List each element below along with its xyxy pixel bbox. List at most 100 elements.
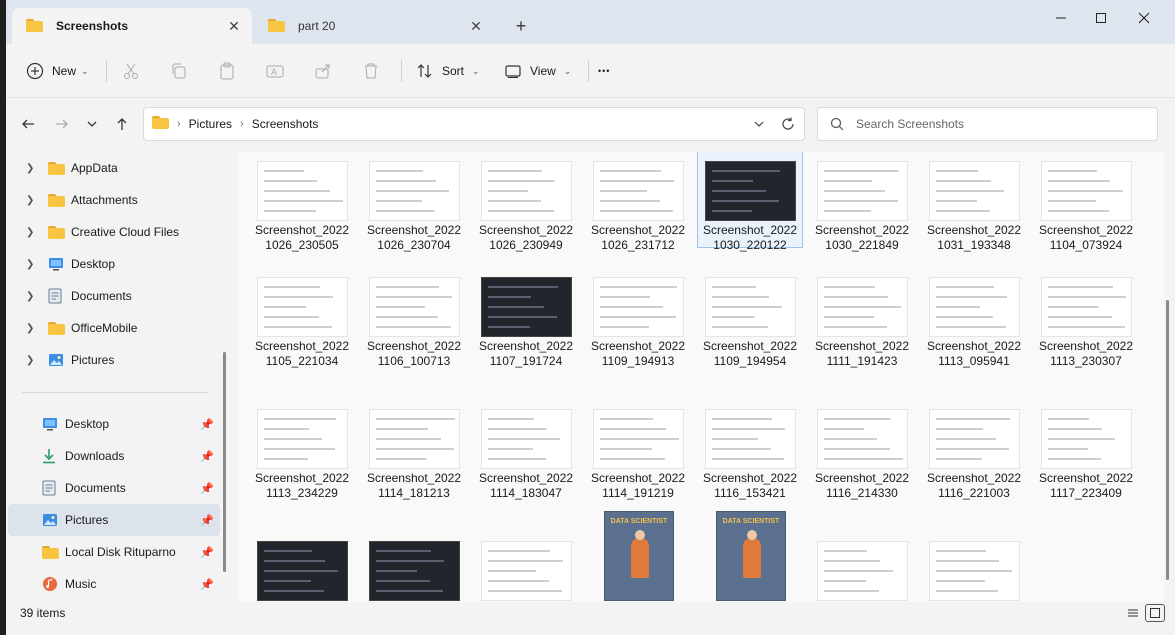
- sidebar-item-pictures[interactable]: ❯ Pictures: [6, 344, 218, 376]
- file-tile[interactable]: Screenshot_2022 1031_193348: [921, 152, 1027, 252]
- refresh-button[interactable]: [776, 113, 800, 135]
- file-tile[interactable]: Screenshot_2022 1120_194700: [361, 504, 467, 602]
- file-tile[interactable]: Screenshot_2022 1114_191219: [585, 372, 691, 500]
- up-button[interactable]: [108, 112, 136, 136]
- file-tile[interactable]: Screenshot_2022 1030_220122: [697, 152, 803, 252]
- pin-icon[interactable]: 📌: [200, 578, 214, 591]
- file-tile[interactable]: Screenshot_2022 1116_221003: [921, 372, 1027, 500]
- sidebar-item-documents[interactable]: ❯ Documents: [6, 280, 218, 312]
- chevron-right-icon[interactable]: ❯: [26, 259, 40, 270]
- sidebar-item-desktop[interactable]: ❯ Desktop: [6, 248, 218, 280]
- chevron-right-icon[interactable]: ❯: [26, 163, 40, 174]
- sidebar-scrollbar[interactable]: [223, 352, 226, 572]
- pin-icon[interactable]: 📌: [200, 418, 214, 431]
- quick-access-local-disk-rituparno[interactable]: Local Disk Rituparno 📌: [8, 536, 220, 568]
- file-tile[interactable]: DATA SCIENTISTScreenshot_2022 1126_22033…: [697, 504, 803, 602]
- maximize-button[interactable]: [1078, 0, 1124, 36]
- pin-icon[interactable]: 📌: [200, 482, 214, 495]
- file-tile[interactable]: Screenshot_2022 1026_231712: [585, 152, 691, 252]
- content-scrollbar[interactable]: [1166, 300, 1169, 580]
- close-tab-icon[interactable]: ✕: [466, 18, 486, 35]
- back-button[interactable]: [14, 112, 42, 136]
- copy-button[interactable]: [170, 57, 188, 85]
- forward-button[interactable]: [48, 112, 76, 136]
- file-tile[interactable]: Screenshot_2022 1030_221849: [809, 152, 915, 252]
- thumbnail-line: [712, 296, 769, 298]
- pin-icon[interactable]: 📌: [200, 546, 214, 559]
- trash-icon: [365, 63, 377, 79]
- more-options-button[interactable]: •••: [598, 57, 610, 85]
- file-tile[interactable]: Screenshot_2022 1113_230307: [1033, 240, 1139, 368]
- thumbnail-line: [936, 286, 994, 288]
- quick-access-desktop[interactable]: Desktop 📌: [8, 408, 220, 440]
- quick-access-pictures[interactable]: Pictures 📌: [8, 504, 220, 536]
- share-button[interactable]: [314, 57, 332, 85]
- tab-screenshots[interactable]: Screenshots ✕: [12, 8, 252, 44]
- thumbnail-line: [264, 306, 306, 308]
- new-tab-button[interactable]: +: [509, 14, 533, 38]
- file-tile[interactable]: Screenshot_2022 1105_221034: [249, 240, 355, 368]
- search-box[interactable]: [817, 107, 1158, 141]
- chevron-right-icon[interactable]: ❯: [26, 195, 40, 206]
- new-button[interactable]: New ⌄: [26, 57, 89, 85]
- pin-icon[interactable]: 📌: [200, 514, 214, 527]
- tab-part-20[interactable]: part 20 ✕: [254, 8, 494, 44]
- file-tile[interactable]: Screenshot_2022 1107_191724: [473, 240, 579, 368]
- address-dropdown-button[interactable]: [747, 113, 771, 135]
- pin-icon[interactable]: 📌: [200, 450, 214, 463]
- rename-button[interactable]: A: [266, 57, 284, 85]
- delete-button[interactable]: [362, 57, 380, 85]
- file-thumbnail: [817, 161, 908, 221]
- breadcrumb-pictures[interactable]: Pictures: [189, 117, 232, 131]
- file-tile[interactable]: Screenshot_2022 1026_230505: [249, 152, 355, 252]
- file-tile[interactable]: Screenshot_2022 1120_194127: [249, 504, 355, 602]
- sidebar-item-creative-cloud-files[interactable]: ❯ Creative Cloud Files: [6, 216, 218, 248]
- sort-button[interactable]: Sort ⌄: [416, 57, 480, 85]
- view-button[interactable]: View ⌄: [504, 57, 571, 85]
- file-tile[interactable]: Screenshot_2022 1109_194913: [585, 240, 691, 368]
- file-tile[interactable]: Screenshot_2022 1111_191423: [809, 240, 915, 368]
- close-icon: [1138, 12, 1150, 24]
- file-tile[interactable]: Screenshot_2022 1201_011525: [921, 504, 1027, 602]
- file-tile[interactable]: Screenshot_2022 1026_230704: [361, 152, 467, 252]
- large-icons-view-button[interactable]: [1145, 604, 1165, 622]
- file-tile[interactable]: Screenshot_2022 1114_181213: [361, 372, 467, 500]
- file-tile[interactable]: Screenshot_2022 1117_223409: [1033, 372, 1139, 500]
- chevron-right-icon[interactable]: ❯: [26, 355, 40, 366]
- thumbnail-line: [824, 428, 864, 430]
- recent-locations-button[interactable]: [78, 112, 106, 136]
- file-tile[interactable]: Screenshot_2022 1106_100713: [361, 240, 467, 368]
- search-input[interactable]: [856, 117, 1136, 131]
- sidebar-item-attachments[interactable]: ❯ Attachments: [6, 184, 218, 216]
- sidebar-item-label: Local Disk Rituparno: [65, 545, 176, 559]
- close-tab-icon[interactable]: ✕: [224, 18, 244, 35]
- chevron-right-icon[interactable]: ❯: [26, 227, 40, 238]
- file-tile[interactable]: Screenshot_2022 1109_194954: [697, 240, 803, 368]
- chevron-right-icon[interactable]: ❯: [26, 323, 40, 334]
- sidebar-item-appdata[interactable]: ❯ AppData: [6, 152, 218, 184]
- file-tile[interactable]: Screenshot_2022 1114_183047: [473, 372, 579, 500]
- file-tile[interactable]: Screenshot_2022 1113_095941: [921, 240, 1027, 368]
- cut-button[interactable]: [122, 57, 140, 85]
- thumbnail-line: [824, 306, 901, 308]
- sidebar-item-officemobile[interactable]: ❯ OfficeMobile: [6, 312, 218, 344]
- chevron-right-icon[interactable]: ❯: [26, 291, 40, 302]
- file-tile[interactable]: Screenshot_2022 1113_234229: [249, 372, 355, 500]
- quick-access-music[interactable]: Music 📌: [8, 568, 220, 600]
- file-tile[interactable]: Screenshot_2022 1104_073924: [1033, 152, 1139, 252]
- file-tile[interactable]: Screenshot_2022 1125_162814: [473, 504, 579, 602]
- paste-button[interactable]: [218, 57, 236, 85]
- file-tile[interactable]: DATA SCIENTISTScreenshot_2022 1126_22030…: [585, 504, 691, 602]
- breadcrumb-screenshots[interactable]: Screenshots: [252, 117, 319, 131]
- file-tile[interactable]: Screenshot_2022 1026_230949: [473, 152, 579, 252]
- close-window-button[interactable]: [1121, 0, 1167, 36]
- file-tile[interactable]: Screenshot_2022 1130_193354: [809, 504, 915, 602]
- file-tile[interactable]: Screenshot_2022 1116_153421: [697, 372, 803, 500]
- thumbnail-line: [824, 580, 866, 582]
- quick-access-documents[interactable]: Documents 📌: [8, 472, 220, 504]
- thumbnail-line: [824, 180, 872, 182]
- address-bar[interactable]: › Pictures › Screenshots: [143, 107, 805, 141]
- details-view-button[interactable]: [1123, 604, 1143, 622]
- file-tile[interactable]: Screenshot_2022 1116_214330: [809, 372, 915, 500]
- quick-access-downloads[interactable]: Downloads 📌: [8, 440, 220, 472]
